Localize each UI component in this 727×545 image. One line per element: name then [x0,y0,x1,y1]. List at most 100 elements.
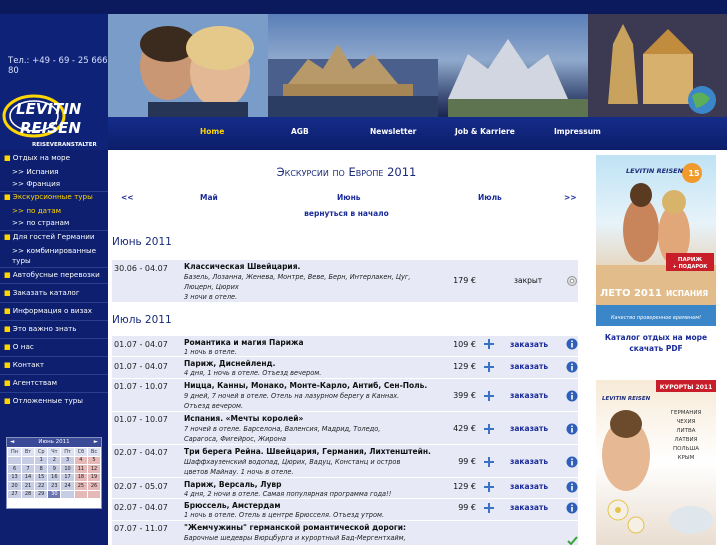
sidebar-item-agencies[interactable]: ■ Агентствам [4,378,57,388]
sidebar-item-bus[interactable]: ■ Автобусные перевозки [4,270,100,280]
order-button[interactable]: заказать [510,503,548,512]
nav-impressum[interactable]: Impressum [554,127,601,136]
plus-icon[interactable] [484,424,494,434]
order-button[interactable]: заказать [510,457,548,466]
tour-title[interactable]: Испания. «Мечты королей» [184,414,424,424]
gear-icon[interactable] [566,275,578,287]
sidebar-item-by-dates[interactable]: >> по датам [12,206,61,216]
calendar-next[interactable]: ► [94,438,98,447]
month-link-june[interactable]: Июнь [337,193,361,202]
calendar-day[interactable]: 26 [87,481,101,491]
calendar-day[interactable]: 2 [47,455,62,465]
nav-newsletter[interactable]: Newsletter [370,127,416,136]
tour-price: 179 € [453,276,476,285]
order-button[interactable]: заказать [510,391,548,400]
calendar-day[interactable]: 3 [60,455,75,465]
info-icon[interactable] [566,481,578,493]
info-icon[interactable] [566,338,578,350]
catalog-caption-title[interactable]: Каталог отдых на море [591,332,721,343]
calendar-day[interactable]: 22 [33,481,49,491]
catalog-caption[interactable]: Каталог отдых на море скачать PDF [591,332,721,354]
plus-icon[interactable] [484,339,494,349]
sidebar-item-excursions[interactable]: ■ Экскурсионные туры [4,192,93,202]
plus-icon[interactable] [484,391,494,401]
sidebar-item-guests[interactable]: ■ Для гостей Германии [4,232,95,242]
calendar-day[interactable] [21,455,35,465]
calendar-day[interactable]: 14 [21,472,35,482]
plus-icon[interactable] [484,482,494,492]
calendar-day[interactable]: 19 [87,472,101,482]
sidebar-item-about[interactable]: ■ О нас [4,342,34,352]
sidebar-item-combined[interactable]: >> комбинированные туры [12,246,102,266]
calendar-day[interactable]: 24 [60,481,75,491]
plus-icon[interactable] [484,362,494,372]
info-icon[interactable] [566,390,578,402]
resorts-catalog-cover[interactable]: КУРОРТЫ 2011 LEVITIN REISEN ГЕРМАНИЯ ЧЕХ… [596,380,716,545]
levitin-reisen-logo[interactable]: LEVITIN REISEN REISEVERANSTALTER [2,88,106,154]
sidebar-item-deferred[interactable]: ■ Отложенные туры [4,396,83,406]
next-month-link[interactable]: >> [564,193,577,202]
calendar-day[interactable]: 10 [60,464,75,474]
order-button[interactable]: заказать [510,340,548,349]
info-icon[interactable] [566,423,578,435]
calendar-day-today[interactable]: 30 [47,489,62,499]
calendar-day[interactable]: 13 [6,472,23,482]
calendar-day[interactable] [6,455,23,465]
calendar-day[interactable]: 7 [21,464,35,474]
month-link-may[interactable]: Май [200,193,218,202]
calendar-day[interactable]: 12 [87,464,101,474]
order-button[interactable]: заказать [510,362,548,371]
tour-price: 99 € [458,503,476,512]
catalog-download-link[interactable]: скачать PDF [591,343,721,354]
sidebar-item-sea[interactable]: ■ Отдых на море [4,153,70,163]
calendar-day[interactable]: 5 [87,455,101,465]
tour-desc: цветов Майнау. 1 ночь в отеле. [184,468,294,476]
nav-job-karriere[interactable]: Job & Karriere [455,127,515,136]
sidebar-item-spain[interactable]: >> Испания [12,167,58,177]
plus-icon[interactable] [484,503,494,513]
calendar-day[interactable]: 25 [73,481,89,491]
calendar-day[interactable]: 28 [21,489,35,499]
sidebar-item-contact[interactable]: ■ Контакт [4,360,44,370]
prev-month-link[interactable]: << [121,193,134,202]
calendar-day[interactable]: 1 [33,455,49,465]
sidebar-item-catalog[interactable]: ■ Заказать каталог [4,288,80,298]
nav-agb[interactable]: AGB [291,127,309,136]
sidebar-item-visa[interactable]: ■ Информация о визах [4,306,92,316]
calendar-day[interactable]: 17 [60,472,75,482]
sidebar-item-important[interactable]: ■ Это важно знать [4,324,77,334]
tour-title[interactable]: Ницца, Канны, Монако, Монте-Карло, Антиб… [184,381,444,391]
calendar-day[interactable]: 27 [6,489,23,499]
calendar-day[interactable]: 11 [73,464,89,474]
tour-title[interactable]: Три берега Рейна. Швейцария, Германия, Л… [184,447,444,457]
calendar-day[interactable]: 23 [47,481,62,491]
sea-catalog-cover[interactable]: 15 LEVITIN REISEN ПАРИЖ + ПОДАРОК ЛЕТО 2… [596,155,716,326]
calendar-day[interactable]: 4 [73,455,89,465]
calendar-day[interactable]: 8 [33,464,49,474]
plus-icon[interactable] [484,457,494,467]
info-icon[interactable] [566,456,578,468]
info-icon[interactable] [566,361,578,373]
calendar-day[interactable]: 29 [33,489,49,499]
tour-title[interactable]: Классическая Швейцария. [184,262,424,272]
calendar-day[interactable]: 6 [6,464,23,474]
tour-row: 01.07 - 10.07 Испания. «Мечты королей» 7… [112,412,578,444]
nav-home[interactable]: Home [200,127,224,136]
calendar-day[interactable]: 16 [47,472,62,482]
calendar-day[interactable]: 20 [6,481,23,491]
calendar-day[interactable]: 21 [21,481,35,491]
calendar-day[interactable]: 15 [33,472,49,482]
phone-number: Тел.: +49 - 69 - 25 666 80 [8,56,108,76]
calendar-prev[interactable]: ◄ [10,438,14,447]
page-title: Экскурсии по Европе 2011 [276,165,417,179]
info-icon[interactable] [566,502,578,514]
back-to-start-link[interactable]: вернуться в начало [108,209,585,218]
order-button[interactable]: заказать [510,482,548,491]
calendar-day[interactable]: 9 [47,464,62,474]
month-link-july[interactable]: Июль [478,193,502,202]
tour-title[interactable]: "Жемчужины" германской романтической дор… [184,523,444,533]
sidebar-item-france[interactable]: >> Франция [12,179,60,189]
sidebar-item-by-countries[interactable]: >> по странам [12,218,69,228]
order-button[interactable]: заказать [510,424,548,433]
calendar-day[interactable]: 18 [73,472,89,482]
